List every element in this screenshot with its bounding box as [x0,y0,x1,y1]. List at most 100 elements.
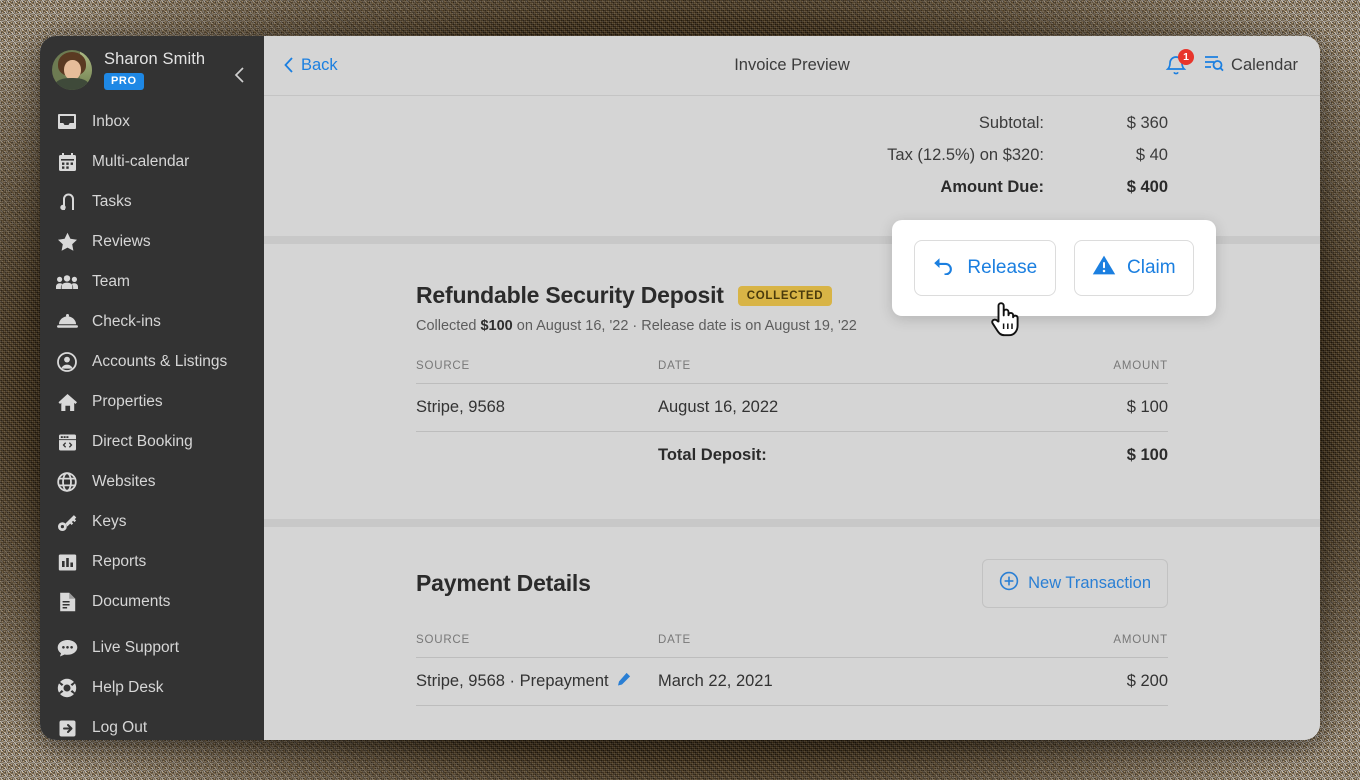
spacer-cell [416,432,658,480]
cell-source-text: Stripe, 9568 · Prepayment [416,672,609,690]
sidebar-item-label: Tasks [92,193,132,210]
sidebar-item-label: Team [92,273,130,290]
team-icon [54,271,80,293]
back-button[interactable]: Back [284,56,338,75]
chevron-left-icon[interactable] [230,66,250,86]
calendar-search-icon [1203,53,1224,78]
new-transaction-button[interactable]: New Transaction [982,559,1168,608]
sidebar-item-label: Inbox [92,113,130,130]
page-title: Invoice Preview [734,56,850,74]
sidebar-item-label: Documents [92,593,171,610]
sidebar-item-inbox[interactable]: Inbox [40,102,264,142]
total-row: Subtotal: $ 360 [264,114,1320,146]
deposit-subtitle: Collected $100 on August 16, '22 · Relea… [416,318,1168,334]
chevron-left-icon [284,56,294,75]
cell-source: Stripe, 9568 · Prepayment [416,657,658,706]
scroll-region[interactable]: Subtotal: $ 360 Tax (12.5%) on $320: $ 40 Am… [264,96,1320,740]
main-content: Back Invoice Preview 1 Calendar Subtotal… [264,36,1320,740]
sidebar-item-label: Properties [92,393,163,410]
sidebar-item-reports[interactable]: Reports [40,542,264,582]
bar-chart-icon [54,551,80,573]
sidebar-item-documents[interactable]: Documents [40,582,264,622]
notification-bell-icon[interactable]: 1 [1165,48,1195,79]
sidebar-item-label: Help Desk [92,679,164,696]
section-divider [264,519,1320,527]
total-label: Tax (12.5%) on $320: [887,146,1044,164]
sidebar-item-check-ins[interactable]: Check-ins [40,302,264,342]
sidebar-item-label: Check-ins [92,313,161,330]
payments-table: SOURCE DATE AMOUNT Stripe, 9568 · Prepay… [416,634,1168,706]
total-deposit-amount: $ 100 [1126,446,1168,464]
release-button[interactable]: Release [914,240,1056,296]
sidebar-item-help-desk[interactable]: Help Desk [40,668,264,708]
sidebar-nav: Inbox Multi-calendar Tasks Reviews Team Check… [40,102,264,740]
column-amount: AMOUNT [988,360,1168,384]
cell-amount: $ 100 [988,383,1168,432]
calendar-label: Calendar [1231,56,1298,74]
sidebar-item-accounts-listings[interactable]: Accounts & Listings [40,342,264,382]
pro-badge: PRO [104,73,144,90]
sidebar-item-team[interactable]: Team [40,262,264,302]
column-source: SOURCE [416,360,658,384]
deposit-table: SOURCE DATE AMOUNT Stripe, 9568 August 16… [416,360,1168,479]
total-label: Amount Due: [940,178,1044,196]
calendar-icon [54,151,80,173]
sidebar-item-tasks[interactable]: Tasks [40,182,264,222]
sidebar-item-properties[interactable]: Properties [40,382,264,422]
sidebar: Sharon Smith PRO Inbox Multi-calendar Task… [40,36,264,740]
calendar-button[interactable]: Calendar [1203,53,1298,78]
table-header-row: SOURCE DATE AMOUNT [416,360,1168,384]
table-row[interactable]: Stripe, 9568 August 16, 2022 $ 100 [416,383,1168,432]
profile-header[interactable]: Sharon Smith PRO [40,44,264,102]
claim-button[interactable]: Claim [1073,240,1194,296]
logout-icon [54,717,80,739]
sidebar-item-label: Log Out [92,719,148,736]
cell-amount: $ 200 [988,657,1168,706]
invoice-totals: Subtotal: $ 360 Tax (12.5%) on $320: $ 40 Am… [264,96,1320,236]
deposit-sub-suffix: on August 16, '22 · Release date is on A… [512,318,857,334]
top-bar: Back Invoice Preview 1 Calendar [264,36,1320,96]
bell-service-icon [54,311,80,333]
sidebar-item-keys[interactable]: Keys [40,502,264,542]
sidebar-item-label: Live Support [92,639,180,656]
sidebar-item-label: Keys [92,513,127,530]
sidebar-item-label: Reports [92,553,147,570]
total-deposit-label: Total Deposit: [658,446,767,464]
cell-date: March 22, 2021 [658,657,988,706]
total-row: Tax (12.5%) on $320: $ 40 [264,146,1320,178]
payments-title: Payment Details [416,570,591,596]
notification-count: 1 [1178,48,1195,65]
table-row[interactable]: Stripe, 9568 · Prepayment March 22, 2021 $… [416,657,1168,706]
sidebar-item-label: Reviews [92,233,151,250]
deposit-sub-amount: $100 [480,318,513,334]
sidebar-item-websites[interactable]: Websites [40,462,264,502]
lifebuoy-icon [54,677,80,699]
payment-details-section: Payment Details New Transaction SOURCE D… [264,527,1320,706]
back-label: Back [301,56,338,74]
home-icon [54,391,80,413]
star-icon [54,231,80,253]
total-label: Subtotal: [978,114,1044,132]
column-date: DATE [658,634,988,658]
undo-arrow-icon [932,255,956,281]
pencil-icon[interactable] [617,672,631,690]
claim-label: Claim [1127,257,1176,278]
sidebar-item-label: Direct Booking [92,433,193,450]
deposit-sub-prefix: Collected [416,318,481,334]
table-header-row: SOURCE DATE AMOUNT [416,634,1168,658]
app-window: Sharon Smith PRO Inbox Multi-calendar Task… [40,36,1320,740]
user-name: Sharon Smith [104,50,206,68]
sidebar-item-log-out[interactable]: Log Out [40,708,264,740]
sidebar-item-direct-booking[interactable]: Direct Booking [40,422,264,462]
sidebar-item-multi-calendar[interactable]: Multi-calendar [40,142,264,182]
deposit-title: Refundable Security Deposit [416,282,724,308]
warning-triangle-icon [1092,254,1116,282]
sidebar-item-live-support[interactable]: Live Support [40,628,264,668]
sidebar-item-reviews[interactable]: Reviews [40,222,264,262]
total-row: Amount Due: $ 400 [264,178,1320,210]
new-transaction-label: New Transaction [1028,574,1151,592]
sidebar-item-label: Accounts & Listings [92,353,228,370]
user-circle-icon [54,351,80,373]
column-amount: AMOUNT [988,634,1168,658]
globe-icon [54,471,80,493]
